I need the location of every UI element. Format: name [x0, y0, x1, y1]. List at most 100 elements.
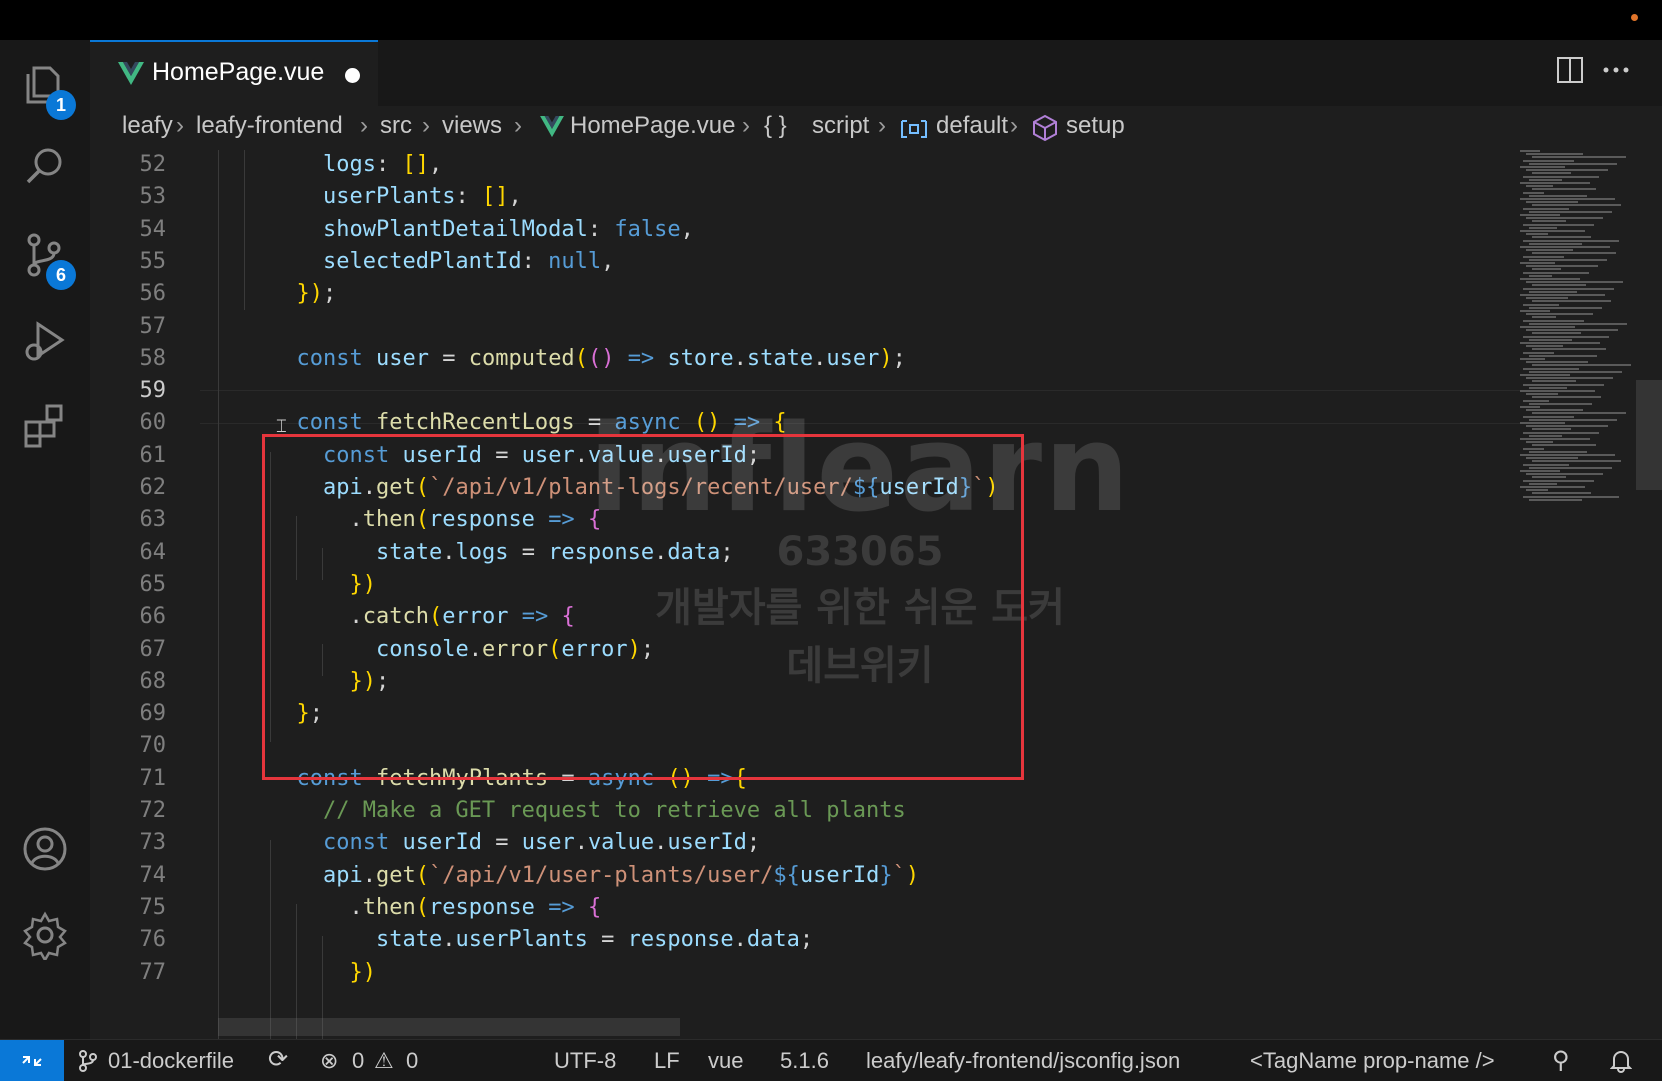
minimap-line	[1520, 422, 1565, 424]
run-debug-button[interactable]	[0, 306, 90, 376]
minimap-line	[1523, 479, 1594, 482]
error-icon[interactable]: ⊗	[320, 1048, 338, 1074]
code-line: state.logs = response.data;	[375, 539, 734, 565]
breadcrumb-item-script[interactable]: script	[812, 112, 869, 140]
horizontal-scrollbar[interactable]	[218, 1018, 680, 1036]
sync-icon[interactable]: ⟳	[268, 1045, 288, 1074]
breadcrumb-item-default[interactable]: default	[936, 112, 1008, 140]
warning-icon[interactable]: ⚠	[374, 1048, 394, 1074]
explorer-badge: 1	[46, 90, 76, 120]
code-line: // Make a GET request to retrieve all pl…	[270, 798, 906, 823]
minimap-line	[1529, 178, 1562, 181]
breadcrumb-item-views[interactable]: views	[442, 112, 502, 140]
code-line: state.userPlants = response.data;	[375, 927, 814, 953]
extensions-button[interactable]	[0, 392, 90, 462]
minimap-line	[1520, 246, 1610, 248]
breadcrumb-item-leafy-frontend[interactable]: leafy-frontend	[196, 112, 343, 140]
vertical-scrollbar[interactable]	[1636, 380, 1662, 490]
minimap-line	[1529, 386, 1567, 389]
branch-label[interactable]: 01-dockerfile	[108, 1048, 234, 1074]
breadcrumb-item-homepage[interactable]: HomePage.vue	[570, 112, 735, 140]
minimap-line	[1529, 258, 1607, 261]
line-number: 63	[139, 507, 167, 533]
vue-file-icon	[540, 116, 564, 138]
minimap-line	[1523, 287, 1614, 290]
code-line: selectedPlantId: null,	[322, 248, 615, 274]
more-actions-button[interactable]	[1602, 56, 1630, 88]
split-editor-icon	[1557, 57, 1583, 83]
minimap-line	[1526, 425, 1608, 428]
minimap-line	[1529, 482, 1557, 485]
encoding[interactable]: UTF-8	[554, 1048, 616, 1074]
remote-button[interactable]	[0, 1040, 64, 1081]
minimap-line	[1520, 214, 1560, 216]
minimap-line	[1529, 226, 1557, 229]
minimap-line	[1532, 412, 1626, 415]
minimap-line	[1526, 489, 1548, 492]
account-icon	[23, 827, 67, 871]
code-editor[interactable]: 52 53 54 55 56 57 58 59 60 61 62 63 64 65 66 67 68 69 70 71…	[90, 150, 1662, 1039]
search-icon	[26, 148, 62, 184]
minimap-line	[1523, 271, 1589, 274]
braces-icon: { }	[764, 112, 787, 139]
split-editor-button[interactable]	[1556, 56, 1584, 88]
line-number: 74	[139, 862, 167, 888]
minimap-line	[1532, 284, 1586, 287]
minimap-line	[1529, 306, 1602, 309]
jsconfig-path[interactable]: leafy/leafy-frontend/jsconfig.json	[866, 1048, 1180, 1074]
minimap-line	[1532, 220, 1566, 223]
minimap-line	[1523, 207, 1569, 210]
minimap-line	[1526, 329, 1618, 332]
version[interactable]: 5.1.6	[780, 1048, 829, 1074]
breadcrumb-item-src[interactable]: src	[380, 112, 412, 140]
end-of-line[interactable]: LF	[654, 1048, 680, 1074]
minimap-line	[1532, 172, 1571, 175]
breadcrumb-separator: ›	[878, 112, 886, 139]
minimap-line	[1520, 326, 1575, 328]
breadcrumb-separator: ›	[360, 112, 368, 139]
bell-icon[interactable]	[1610, 1049, 1632, 1073]
error-count[interactable]: 0	[352, 1048, 364, 1074]
warning-count[interactable]: 0	[406, 1048, 418, 1074]
minimap-line	[1532, 300, 1611, 303]
unsaved-dot-icon[interactable]	[345, 68, 360, 83]
line-number: 59	[139, 378, 167, 404]
module-icon	[901, 120, 927, 138]
explorer-button[interactable]: 1	[0, 50, 90, 120]
minimap-line	[1523, 159, 1574, 162]
manage-button[interactable]	[0, 900, 90, 970]
minimap-line	[1526, 169, 1608, 172]
search-button[interactable]	[0, 132, 90, 202]
line-number: 76	[139, 927, 167, 953]
source-control-button[interactable]: 6	[0, 220, 90, 290]
branch-icon	[79, 1050, 97, 1072]
minimap-line	[1529, 434, 1562, 437]
minimap-line	[1523, 367, 1579, 370]
line-number: 69	[139, 701, 167, 727]
tab-bar: HomePage.vue	[90, 40, 1662, 107]
run-debug-icon	[25, 321, 65, 361]
feedback-icon[interactable]: ⚲	[1552, 1046, 1570, 1075]
minimap-line	[1532, 332, 1581, 335]
minimap-line	[1529, 354, 1597, 357]
tab-homepage-vue[interactable]: HomePage.vue	[90, 40, 378, 106]
minimap-line	[1523, 463, 1569, 466]
line-number: 57	[139, 313, 167, 339]
tag-name-hint[interactable]: <TagName prop-name />	[1250, 1048, 1495, 1074]
minimap-line	[1532, 156, 1626, 159]
minimap-line	[1520, 358, 1545, 360]
line-number: 62	[139, 475, 167, 500]
code-line: api.get(`/api/v1/plant-logs/recent/user/…	[322, 475, 999, 500]
minimap-line	[1526, 201, 1578, 204]
breadcrumb-item-leafy[interactable]: leafy	[122, 112, 173, 140]
minimap-line	[1526, 297, 1568, 300]
minimap-line	[1526, 361, 1588, 364]
breadcrumb: leafy › leafy-frontend › src › views › H…	[90, 106, 1662, 150]
breadcrumb-item-setup[interactable]: setup	[1066, 112, 1125, 140]
breadcrumb-separator: ›	[742, 112, 750, 139]
minimap-line	[1526, 377, 1613, 380]
minimap[interactable]	[1520, 150, 1640, 510]
language-mode[interactable]: vue	[708, 1048, 743, 1074]
accounts-button[interactable]	[0, 814, 90, 884]
minimap-line	[1529, 450, 1587, 453]
